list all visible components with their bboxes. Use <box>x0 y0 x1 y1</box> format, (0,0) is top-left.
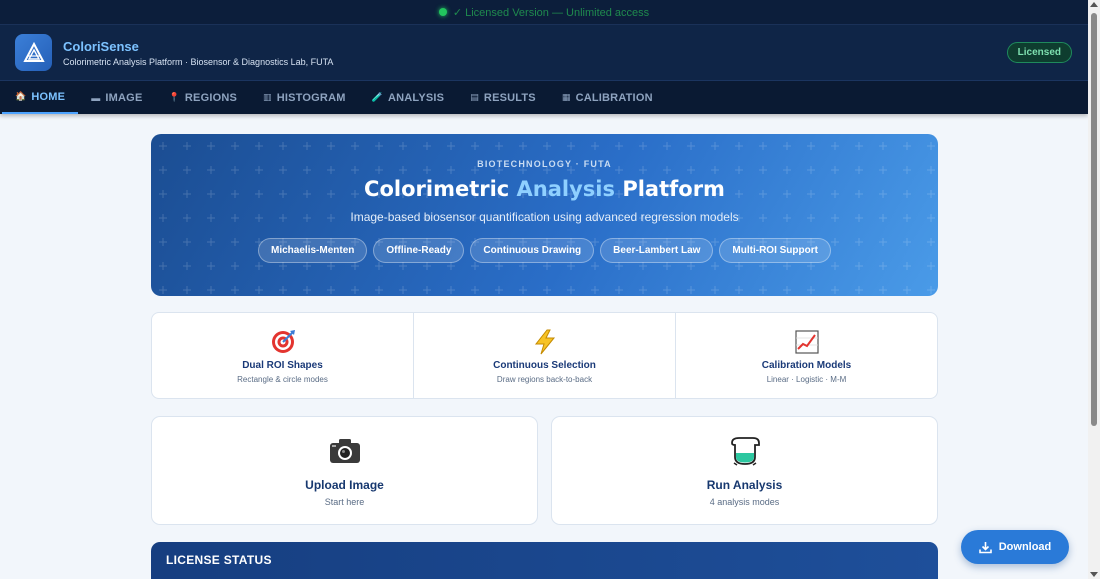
feature-dual-roi: Dual ROI Shapes Rectangle & circle modes <box>152 313 414 398</box>
home-icon: 🏠 <box>15 91 27 101</box>
status-dot-icon <box>438 8 447 16</box>
hero-kicker: BIOTECHNOLOGY · FUTA <box>477 159 612 169</box>
tab-home[interactable]: 🏠 HOME <box>2 81 79 114</box>
app-subtitle: Colorimetric Analysis Platform · Biosens… <box>63 56 334 67</box>
run-analysis-card[interactable]: Run Analysis 4 analysis modes <box>551 416 938 525</box>
download-label: Download <box>998 541 1052 553</box>
tab-results[interactable]: ▤ RESULTS <box>457 81 549 114</box>
license-banner: ✓ Licensed Version — Unlimited access <box>0 0 1088 25</box>
feature-title: Continuous Selection <box>493 359 596 371</box>
app-name: ColoriSense <box>63 38 139 54</box>
hero-subtitle: Image-based biosensor quantification usi… <box>350 210 739 224</box>
feature-title: Calibration Models <box>761 359 852 371</box>
tab-label: HOME <box>31 90 66 103</box>
tab-label: HISTOGRAM <box>276 91 346 104</box>
camera-icon <box>329 439 360 463</box>
regions-icon: 📍 <box>168 92 180 102</box>
chip-michaelis-menten: Michaelis-Menten <box>258 238 368 263</box>
hero-title-highlight: Analysis <box>516 177 616 201</box>
hero-title: Colorimetric Analysis Platform <box>151 177 938 201</box>
chip-beer-lambert: Beer-Lambert Law <box>600 238 714 263</box>
feature-continuous-selection: Continuous Selection Draw regions back-t… <box>414 313 676 398</box>
logo-icon <box>22 41 45 62</box>
image-icon: ▬ <box>91 92 101 103</box>
chip-offline-ready: Offline-Ready <box>373 238 465 263</box>
app-logo[interactable] <box>15 34 52 71</box>
app-page: ✓ Licensed Version — Unlimited access Co… <box>0 0 1088 579</box>
flask-icon <box>730 437 760 466</box>
chip-multi-roi: Multi-ROI Support <box>719 238 831 263</box>
feature-row: Dual ROI Shapes Rectangle & circle modes… <box>151 312 938 399</box>
tab-label: IMAGE <box>105 91 143 104</box>
chart-icon <box>794 329 819 354</box>
main-nav: 🏠 HOME ▬ IMAGE 📍 REGIONS ▥ HISTOGRAM 🧪 A… <box>0 81 1088 114</box>
hero-banner: BIOTECHNOLOGY · FUTA Colorimetric Analys… <box>151 134 938 296</box>
feature-desc: Linear · Logistic · M-M <box>766 374 847 384</box>
run-analysis-title: Run Analysis <box>706 478 783 492</box>
page-scrollbar[interactable] <box>1088 0 1100 579</box>
tab-label: REGIONS <box>184 91 238 104</box>
hero-chips: Michaelis-Menten Offline-Ready Continuou… <box>151 238 938 263</box>
tab-image[interactable]: ▬ IMAGE <box>78 81 155 114</box>
tab-regions[interactable]: 📍 REGIONS <box>155 81 250 114</box>
tab-label: ANALYSIS <box>387 91 445 104</box>
chip-continuous-drawing: Continuous Drawing <box>470 238 595 263</box>
hero-title-post: Platform <box>615 177 725 201</box>
feature-desc: Rectangle & circle modes <box>237 374 328 384</box>
brand: ColoriSense Colorimetric Analysis Platfo… <box>63 39 333 67</box>
feature-desc: Draw regions back-to-back <box>496 374 593 384</box>
upload-image-title: Upload Image <box>305 478 384 492</box>
lightning-icon <box>534 329 555 354</box>
feature-title: Dual ROI Shapes <box>242 359 323 371</box>
download-icon <box>978 541 992 553</box>
calibration-icon: ▦ <box>561 92 571 102</box>
analysis-icon: 🧪 <box>371 92 383 102</box>
app-header: ColoriSense Colorimetric Analysis Platfo… <box>0 25 1088 81</box>
tab-analysis[interactable]: 🧪 ANALYSIS <box>359 81 458 114</box>
tab-histogram[interactable]: ▥ HISTOGRAM <box>250 81 359 114</box>
run-analysis-desc: 4 analysis modes <box>709 497 780 507</box>
scroll-down-icon[interactable] <box>1090 572 1098 577</box>
hero-title-pre: Colorimetric <box>364 177 517 201</box>
scroll-up-icon[interactable] <box>1090 2 1098 7</box>
tab-label: CALIBRATION <box>575 91 653 104</box>
license-banner-text: ✓ Licensed Version — Unlimited access <box>452 6 650 19</box>
license-status-heading: LICENSE STATUS <box>166 553 272 567</box>
tab-calibration[interactable]: ▦ CALIBRATION <box>549 81 666 114</box>
results-icon: ▤ <box>470 92 479 102</box>
target-icon <box>271 329 295 353</box>
upload-image-desc: Start here <box>324 497 365 507</box>
tab-label: RESULTS <box>483 91 536 104</box>
licensed-badge: Licensed <box>1006 42 1072 63</box>
feature-calibration-models: Calibration Models Linear · Logistic · M… <box>676 313 937 398</box>
download-button[interactable]: Download <box>961 530 1069 564</box>
histogram-icon: ▥ <box>263 92 272 102</box>
scrollbar-thumb[interactable] <box>1091 13 1097 426</box>
license-status-section: LICENSE STATUS <box>151 542 938 579</box>
upload-image-card[interactable]: Upload Image Start here <box>151 416 538 525</box>
